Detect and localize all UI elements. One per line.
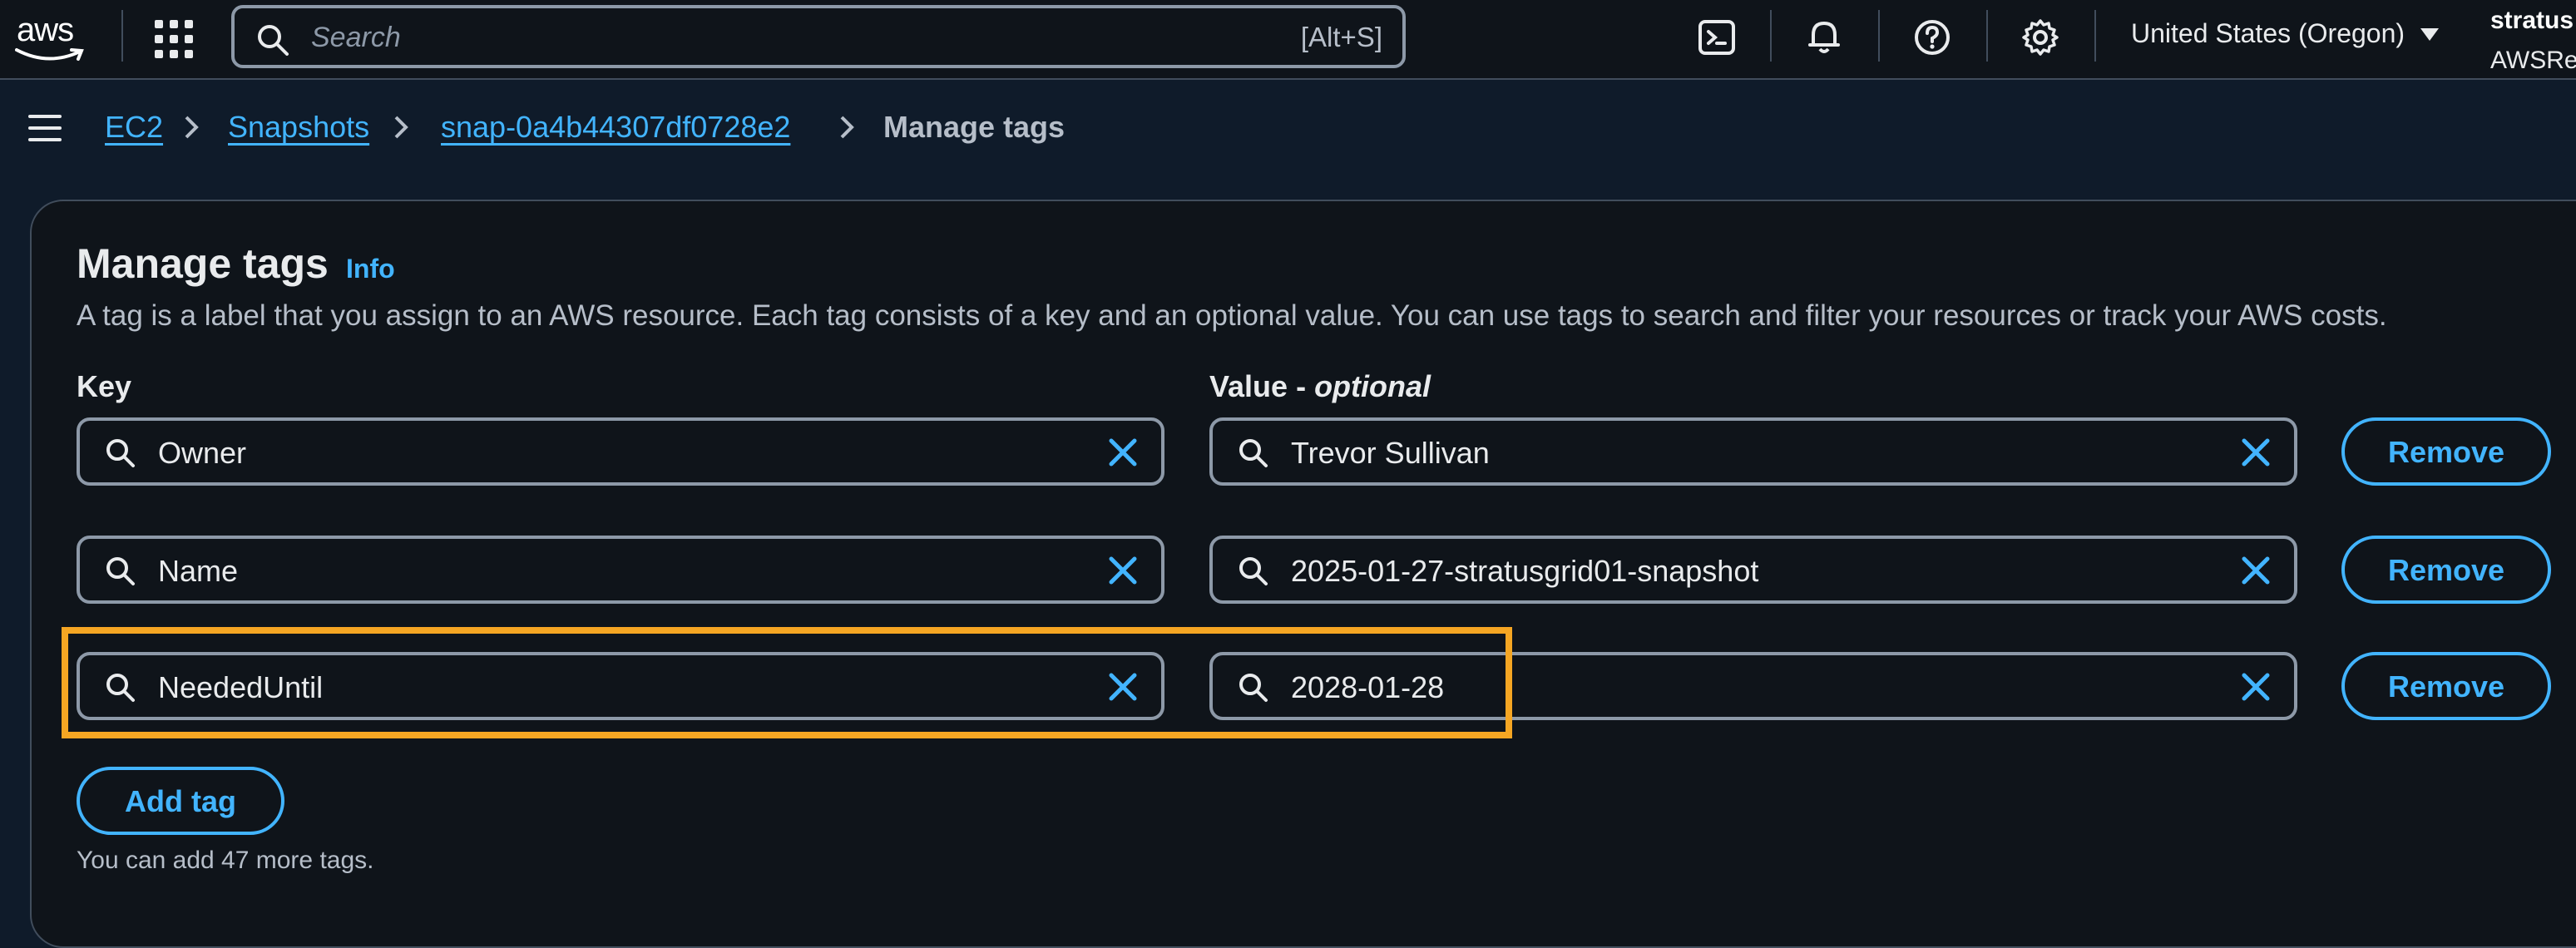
account-name[interactable]: stratus — [2490, 7, 2574, 35]
tag-key-value: Name — [158, 554, 239, 588]
top-navigation: aws Search [Alt+S] United States (Oregon… — [0, 0, 2576, 80]
tag-key-input[interactable]: NeededUntil — [77, 652, 1164, 720]
clear-icon[interactable] — [1105, 552, 1141, 589]
account-role[interactable]: AWSRe — [2490, 47, 2576, 75]
breadcrumb-snapshots[interactable]: Snapshots — [228, 110, 369, 145]
search-input[interactable]: Search [Alt+S] — [231, 5, 1406, 68]
tag-value-value: 2028-01-28 — [1291, 670, 1445, 704]
region-selector[interactable]: United States (Oregon) — [2131, 18, 2405, 49]
divider — [1878, 10, 1880, 62]
chevron-right-icon — [185, 116, 199, 139]
divider — [2094, 10, 2096, 62]
tag-value-input[interactable]: 2025-01-27-stratusgrid01-snapshot — [1209, 536, 2297, 604]
help-icon[interactable] — [1911, 17, 1953, 58]
value-column-label: Value - optional — [1209, 369, 1431, 404]
tag-value-value: Trevor Sullivan — [1291, 436, 1490, 470]
search-icon — [1239, 674, 1268, 702]
key-column-label: Key — [77, 369, 132, 403]
remove-tag-button[interactable]: Remove — [2341, 417, 2551, 486]
search-icon — [106, 674, 135, 702]
hamburger-menu-icon[interactable] — [28, 115, 62, 141]
aws-logo[interactable]: aws — [15, 12, 90, 62]
search-icon — [106, 557, 135, 585]
bell-icon[interactable] — [1803, 17, 1845, 58]
services-grid-icon[interactable] — [155, 20, 193, 58]
tag-key-input[interactable]: Owner — [77, 417, 1164, 486]
page-title: Manage tags — [77, 240, 329, 287]
divider — [1770, 10, 1772, 62]
tag-value-value: 2025-01-27-stratusgrid01-snapshot — [1291, 554, 1759, 588]
breadcrumb-current: Manage tags — [883, 110, 1066, 144]
clear-icon[interactable] — [2237, 434, 2274, 471]
cloudshell-icon[interactable] — [1697, 17, 1738, 58]
remove-tag-button[interactable]: Remove — [2341, 536, 2551, 604]
search-icon — [1239, 439, 1268, 467]
breadcrumb-snapshot-id[interactable]: snap-0a4b44307df0728e2 — [441, 110, 790, 145]
search-shortcut: [Alt+S] — [1300, 22, 1382, 52]
remove-tag-button[interactable]: Remove — [2341, 652, 2551, 720]
search-placeholder: Search — [311, 22, 401, 53]
tag-value-input[interactable]: Trevor Sullivan — [1209, 417, 2297, 486]
divider — [1986, 10, 1988, 62]
aws-logo-text: aws — [17, 12, 74, 48]
clear-icon[interactable] — [1105, 434, 1141, 471]
panel-description: A tag is a label that you assign to an A… — [77, 299, 2387, 332]
caret-down-icon[interactable] — [2420, 28, 2439, 41]
search-icon — [1239, 557, 1268, 585]
chevron-right-icon — [840, 116, 854, 139]
info-link[interactable]: Info — [346, 254, 395, 284]
helper-text: You can add 47 more tags. — [77, 847, 374, 874]
search-icon — [258, 25, 289, 56]
value-label-text: Value - — [1209, 369, 1315, 403]
gear-icon[interactable] — [2020, 17, 2061, 58]
tag-key-input[interactable]: Name — [77, 536, 1164, 604]
divider — [121, 10, 123, 62]
add-tag-button[interactable]: Add tag — [77, 767, 284, 835]
search-icon — [106, 439, 135, 467]
breadcrumb-ec2[interactable]: EC2 — [105, 110, 163, 145]
optional-label: optional — [1314, 369, 1431, 403]
clear-icon[interactable] — [2237, 552, 2274, 589]
clear-icon[interactable] — [1105, 669, 1141, 705]
clear-icon[interactable] — [2237, 669, 2274, 705]
tag-key-value: NeededUntil — [158, 670, 324, 704]
chevron-right-icon — [394, 116, 408, 139]
aws-smile-icon — [15, 48, 84, 61]
tag-key-value: Owner — [158, 436, 247, 470]
tag-value-input[interactable]: 2028-01-28 — [1209, 652, 2297, 720]
